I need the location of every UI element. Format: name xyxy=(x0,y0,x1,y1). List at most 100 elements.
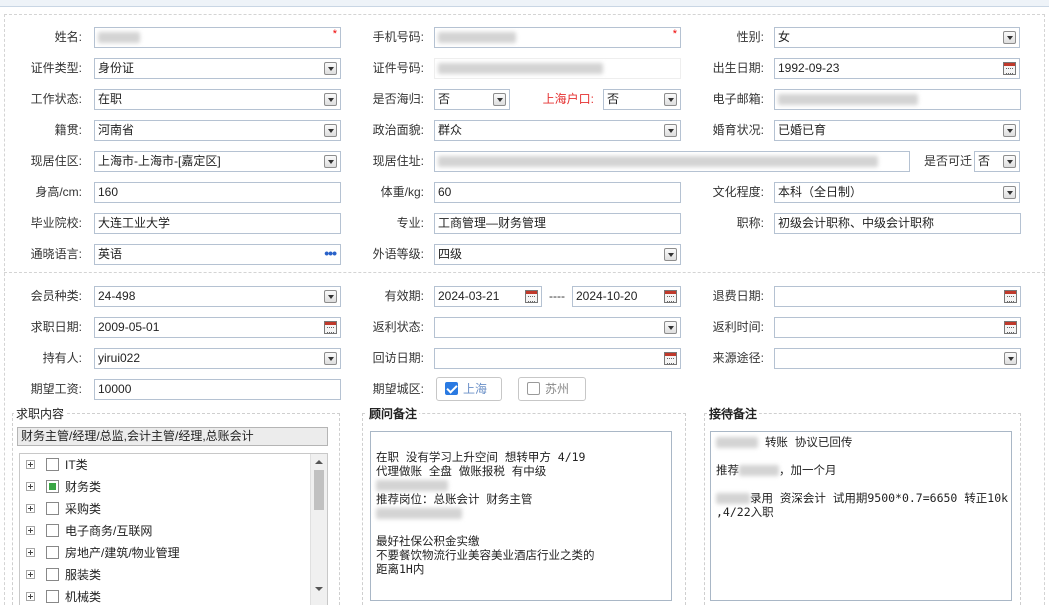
note-line: 代理做账 全盘 做账报税 有中级 xyxy=(376,464,547,478)
gender-select[interactable]: 女 xyxy=(774,27,1020,48)
chevron-down-icon[interactable] xyxy=(664,248,677,261)
idno-field[interactable] xyxy=(434,58,681,79)
scroll-up-icon[interactable] xyxy=(315,460,323,464)
chevron-down-icon[interactable] xyxy=(1003,186,1016,199)
scroll-thumb[interactable] xyxy=(314,470,324,510)
more-options-icon[interactable]: ••• xyxy=(324,245,337,262)
expand-icon[interactable] xyxy=(26,482,35,491)
title-field[interactable]: 初级会计职称、中级会计职称 xyxy=(774,213,1021,234)
salary-field[interactable]: 10000 xyxy=(94,379,341,400)
hukou-select[interactable]: 否 xyxy=(603,89,681,110)
redacted-text xyxy=(716,437,758,448)
expand-icon[interactable] xyxy=(26,592,35,601)
refund-date-field[interactable] xyxy=(774,286,1021,307)
checkbox-partial-icon[interactable] xyxy=(46,480,59,493)
checkbox-icon[interactable] xyxy=(46,568,59,581)
job-date-field[interactable]: 2009-05-01 xyxy=(94,317,341,338)
education-value: 本科（全日制） xyxy=(778,185,863,199)
work-status-value: 在职 xyxy=(98,92,123,106)
chevron-down-icon[interactable] xyxy=(324,290,337,303)
job-category-tree[interactable]: IT类 财务类 采购类 电子商务/互联网 房地产/建筑/物业管理 服装类 机械类 xyxy=(19,453,328,605)
work-status-select[interactable]: 在职 xyxy=(94,89,341,110)
name-label: 姓名: xyxy=(54,30,82,44)
address-field[interactable] xyxy=(434,151,910,172)
expand-icon[interactable] xyxy=(26,460,35,469)
city-checkbox-suzhou[interactable]: 苏州 xyxy=(518,377,586,401)
checkbox-icon[interactable] xyxy=(46,458,59,471)
expand-icon[interactable] xyxy=(26,548,35,557)
chevron-down-icon[interactable] xyxy=(1003,31,1016,44)
expand-icon[interactable] xyxy=(26,504,35,513)
major-field[interactable]: 工商管理—财务管理 xyxy=(434,213,681,234)
chevron-down-icon[interactable] xyxy=(664,321,677,334)
education-label: 文化程度: xyxy=(712,185,764,199)
checkbox-icon[interactable] xyxy=(46,590,59,603)
calendar-icon[interactable] xyxy=(1004,321,1017,334)
tree-scrollbar[interactable] xyxy=(310,454,327,605)
birth-value: 1992-09-23 xyxy=(778,61,840,75)
chevron-down-icon[interactable] xyxy=(1003,124,1016,137)
redacted-phone xyxy=(438,32,516,44)
height-field[interactable]: 160 xyxy=(94,182,341,203)
chevron-down-icon[interactable] xyxy=(1004,352,1017,365)
relocate-select[interactable]: 否 xyxy=(974,151,1020,172)
chevron-down-icon[interactable] xyxy=(324,155,337,168)
expand-icon[interactable] xyxy=(26,526,35,535)
expand-icon[interactable] xyxy=(26,570,35,579)
scroll-down-icon[interactable] xyxy=(315,587,323,591)
returnee-value: 否 xyxy=(438,92,451,106)
city-checkbox-shanghai[interactable]: 上海 xyxy=(436,377,502,401)
calendar-icon[interactable] xyxy=(324,321,337,334)
phone-field[interactable]: * xyxy=(434,27,681,48)
checkbox-icon[interactable] xyxy=(46,502,59,515)
marital-select[interactable]: 已婚已育 xyxy=(774,120,1020,141)
birth-date-field[interactable]: 1992-09-23 xyxy=(774,58,1020,79)
reception-note-title: 接待备注 xyxy=(707,406,760,422)
weight-field[interactable]: 60 xyxy=(434,182,681,203)
calendar-icon[interactable] xyxy=(1004,290,1017,303)
chevron-down-icon[interactable] xyxy=(324,352,337,365)
language-level-select[interactable]: 四级 xyxy=(434,244,681,265)
valid-from-field[interactable]: 2024-03-21 xyxy=(434,286,542,307)
chevron-down-icon[interactable] xyxy=(664,124,677,137)
tree-item-label: 服装类 xyxy=(65,568,102,582)
calendar-icon[interactable] xyxy=(664,290,677,303)
email-field[interactable] xyxy=(774,89,1021,110)
language-label: 通晓语言: xyxy=(30,247,82,261)
politics-select[interactable]: 群众 xyxy=(434,120,681,141)
idtype-select[interactable]: 身份证 xyxy=(94,58,341,79)
name-field[interactable]: * xyxy=(94,27,341,48)
rebate-status-label: 返利状态: xyxy=(372,320,424,334)
education-select[interactable]: 本科（全日制） xyxy=(774,182,1020,203)
consultant-note-textarea[interactable]: 在职 没有学习上升空间 想转甲方 4/19 代理做账 全盘 做账报税 有中级 推… xyxy=(370,431,672,601)
valid-from-value: 2024-03-21 xyxy=(438,289,500,303)
holder-label: 持有人: xyxy=(42,351,82,365)
member-type-select[interactable]: 24-498 xyxy=(94,286,341,307)
holder-select[interactable]: yirui022 xyxy=(94,348,341,369)
tree-item-label: 机械类 xyxy=(65,590,102,604)
rebate-status-select[interactable] xyxy=(434,317,681,338)
chevron-down-icon[interactable] xyxy=(493,93,506,106)
checkbox-icon[interactable] xyxy=(46,524,59,537)
visit-date-field[interactable] xyxy=(434,348,681,369)
calendar-icon[interactable] xyxy=(664,352,677,365)
calendar-icon[interactable] xyxy=(1003,62,1016,75)
chevron-down-icon[interactable] xyxy=(324,93,337,106)
valid-to-field[interactable]: 2024-10-20 xyxy=(572,286,681,307)
school-field[interactable]: 大连工业大学 xyxy=(94,213,341,234)
checkbox-icon[interactable] xyxy=(46,546,59,559)
native-select[interactable]: 河南省 xyxy=(94,120,341,141)
language-field[interactable]: 英语 ••• xyxy=(94,244,341,265)
chevron-down-icon[interactable] xyxy=(324,124,337,137)
city-shanghai-label: 上海 xyxy=(463,382,488,396)
area-select[interactable]: 上海市-上海市-[嘉定区] xyxy=(94,151,341,172)
chevron-down-icon[interactable] xyxy=(1003,155,1016,168)
calendar-icon[interactable] xyxy=(525,290,538,303)
note-line-redacted xyxy=(376,478,666,492)
chevron-down-icon[interactable] xyxy=(324,62,337,75)
rebate-time-field[interactable] xyxy=(774,317,1021,338)
reception-note-textarea[interactable]: 转账 协议已回传 推荐 ，加一个月 录用 资深会计 试用期9500*0.7=665… xyxy=(710,431,1012,601)
source-select[interactable] xyxy=(774,348,1021,369)
chevron-down-icon[interactable] xyxy=(664,93,677,106)
returnee-select[interactable]: 否 xyxy=(434,89,510,110)
